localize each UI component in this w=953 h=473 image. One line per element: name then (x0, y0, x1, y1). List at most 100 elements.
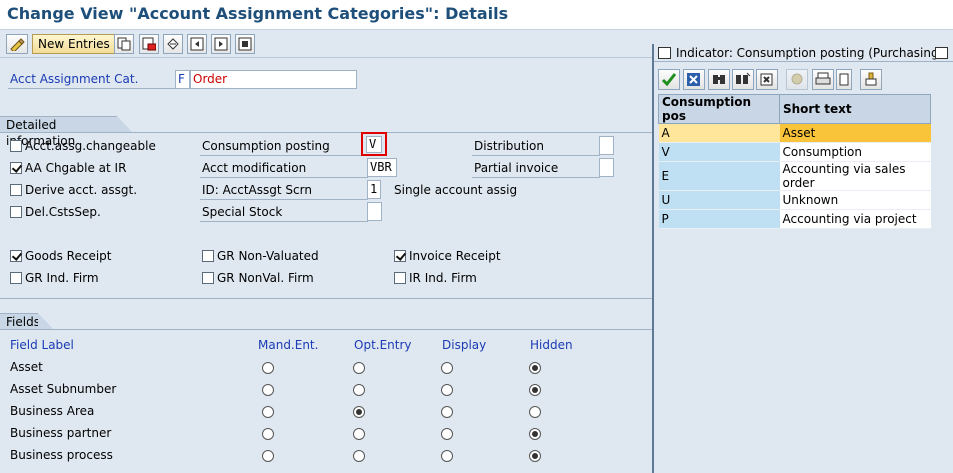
value-key-cell[interactable]: V (658, 142, 780, 162)
goods-receipt-label: Goods Receipt (25, 249, 112, 263)
value-key-cell[interactable]: P (658, 209, 780, 229)
acct-assg-changeable-checkbox[interactable] (10, 140, 22, 152)
radio-display[interactable] (441, 450, 453, 462)
gr-ind-firm-label: GR Ind. Firm (25, 271, 99, 285)
mand-ent-header: Mand.Ent. (258, 338, 319, 352)
radio-hidden[interactable] (529, 450, 541, 462)
find-next-icon[interactable] (732, 69, 754, 90)
page-title: Change View "Account Assignment Categori… (7, 4, 509, 23)
radio-opt[interactable] (353, 406, 365, 418)
value-key-cell[interactable]: U (658, 190, 780, 210)
radio-hidden[interactable] (529, 362, 541, 374)
new-entries-button[interactable]: New Entries (32, 34, 116, 54)
id-acctassgt-scrn-field[interactable]: 1 (367, 180, 381, 199)
print-options-icon[interactable] (836, 69, 852, 90)
fields-section: Fields (0, 313, 54, 330)
radio-opt[interactable] (353, 428, 365, 440)
delete-icon[interactable] (139, 34, 159, 54)
consumption-posting-field[interactable]: V (366, 136, 382, 153)
continue-check-icon[interactable] (658, 69, 680, 90)
radio-hidden[interactable] (529, 384, 541, 396)
id-acctassgt-scrn-label: ID: AcctAssgt Scrn (202, 183, 312, 197)
field-label-header: Field Label (10, 338, 74, 352)
opt-entry-header: Opt.Entry (354, 338, 412, 352)
gr-ind-firm-checkbox[interactable] (10, 272, 22, 284)
undo-change-icon[interactable] (163, 34, 183, 54)
popup-toolbar (654, 66, 953, 93)
field-row-label: Business partner (10, 426, 112, 440)
consumption-posting-label: Consumption posting (202, 139, 330, 153)
personalize-icon[interactable] (860, 69, 882, 90)
previous-entry-icon[interactable] (187, 34, 207, 54)
value-text-cell[interactable]: Accounting via project (779, 209, 931, 229)
distribution-field[interactable] (599, 136, 614, 155)
ir-ind-firm-checkbox[interactable] (394, 272, 406, 284)
filter-icon[interactable] (786, 69, 808, 90)
radio-mand[interactable] (262, 384, 274, 396)
value-text-cell[interactable]: Unknown (779, 190, 931, 210)
value-row[interactable]: P Accounting via project (658, 209, 931, 229)
radio-opt[interactable] (353, 450, 365, 462)
field-row-label: Asset (10, 360, 43, 374)
acct-assignment-cat-field[interactable]: Order (190, 70, 357, 89)
del-csts-sep-checkbox[interactable] (10, 206, 22, 218)
radio-display[interactable] (441, 384, 453, 396)
gr-non-valuated-label: GR Non-Valuated (217, 249, 319, 263)
popup-title: Indicator: Consumption posting (Purchasi… (654, 44, 953, 62)
value-row[interactable]: U Unknown (658, 190, 931, 210)
radio-mand[interactable] (262, 450, 274, 462)
radio-opt[interactable] (353, 362, 365, 374)
sort-icon[interactable] (756, 69, 778, 90)
special-stock-field[interactable] (367, 202, 382, 221)
aa-chgable-at-ir-checkbox[interactable] (10, 162, 22, 174)
cancel-icon[interactable] (683, 69, 705, 90)
value-row[interactable]: E Accounting via sales order (658, 161, 931, 191)
radio-hidden[interactable] (529, 406, 541, 418)
detailed-information-section: Detailed information (0, 116, 133, 148)
value-key-cell[interactable]: A (658, 123, 780, 143)
derive-acct-assgt-checkbox[interactable] (10, 184, 22, 196)
field-row-label: Business process (10, 448, 113, 462)
goods-receipt-checkbox[interactable] (10, 250, 22, 262)
radio-display[interactable] (441, 406, 453, 418)
gr-nonval-firm-label: GR NonVal. Firm (217, 271, 314, 285)
print-icon[interactable] (812, 69, 834, 90)
display-change-icon[interactable] (6, 34, 28, 54)
col-short-text-header[interactable]: Short text (779, 94, 931, 124)
value-text-cell[interactable]: Consumption (779, 142, 931, 162)
value-row[interactable]: A Asset (658, 123, 931, 143)
radio-display[interactable] (441, 362, 453, 374)
main-area: Acct Assignment Cat. F Order Detailed in… (0, 58, 652, 473)
gr-nonval-firm-checkbox[interactable] (202, 272, 214, 284)
copy-as-icon[interactable] (114, 34, 134, 54)
display-header: Display (442, 338, 487, 352)
radio-display[interactable] (441, 428, 453, 440)
select-all-icon[interactable] (235, 34, 255, 54)
find-icon[interactable] (708, 69, 730, 90)
radio-mand[interactable] (262, 428, 274, 440)
partial-invoice-field[interactable] (599, 158, 614, 177)
maximize-icon[interactable] (935, 47, 948, 59)
col-consumption-pos-header[interactable]: Consumption pos (658, 94, 780, 124)
acct-modification-field[interactable]: VBR (367, 158, 397, 177)
value-key-cell[interactable]: E (658, 161, 780, 191)
radio-hidden[interactable] (529, 428, 541, 440)
value-text-cell[interactable]: Accounting via sales order (779, 161, 931, 191)
value-text-cell[interactable]: Asset (779, 123, 931, 143)
field-row-label: Business Area (10, 404, 95, 418)
radio-opt[interactable] (353, 384, 365, 396)
del-csts-sep-label: Del.CstsSep. (25, 205, 101, 219)
gr-non-valuated-checkbox[interactable] (202, 250, 214, 262)
ir-ind-firm-label: IR Ind. Firm (409, 271, 477, 285)
special-stock-label: Special Stock (202, 205, 283, 219)
acct-assignment-cat-key[interactable]: F (175, 70, 190, 89)
value-row[interactable]: V Consumption (658, 142, 931, 162)
distribution-label: Distribution (474, 139, 545, 153)
derive-acct-assgt-label: Derive acct. assgt. (25, 183, 138, 197)
acct-assg-changeable-label: Acct.assg.changeable (25, 139, 156, 153)
next-entry-icon[interactable] (211, 34, 231, 54)
hidden-header: Hidden (530, 338, 573, 352)
radio-mand[interactable] (262, 362, 274, 374)
radio-mand[interactable] (262, 406, 274, 418)
invoice-receipt-checkbox[interactable] (394, 250, 406, 262)
